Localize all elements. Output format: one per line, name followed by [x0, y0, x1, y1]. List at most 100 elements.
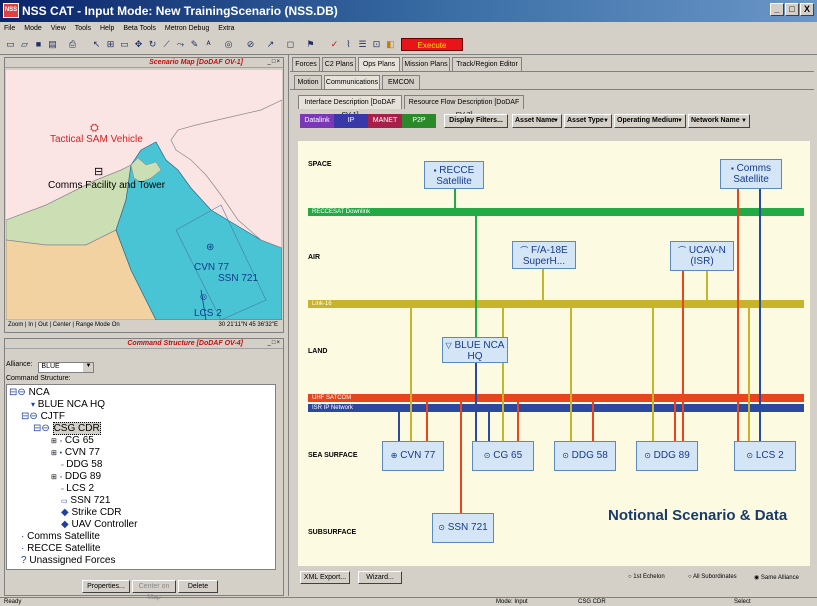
range-mode-button[interactable]: Range Mode On	[76, 322, 120, 328]
maximize-button[interactable]: □	[785, 3, 799, 16]
scenario-map[interactable]: ⛭ Tactical SAM Vehicle ⊟ Comms Facility …	[6, 70, 282, 320]
text-icon[interactable]: ᴬ	[202, 38, 215, 51]
zoom-icon[interactable]: ⊡	[370, 38, 383, 51]
alliance-select[interactable]: BLUE ▼	[38, 362, 95, 373]
command-tree[interactable]: ⊟⊖ NCA ▾ BLUE NCA HQ ⊟⊖ CJTF ⊟⊖ CSG CDR …	[6, 384, 276, 570]
tree-item-blue-nca-hq[interactable]: ▾ BLUE NCA HQ	[31, 399, 105, 411]
zoom-button[interactable]: Zoom	[8, 322, 23, 328]
route-icon[interactable]: ⤳	[174, 38, 187, 51]
zoom-in-button[interactable]: In	[28, 322, 33, 328]
node-comms-satellite[interactable]: ▪ Comms Satellite	[720, 159, 782, 189]
stop-icon[interactable]: ◧	[384, 38, 397, 51]
execute-button[interactable]: Execute	[401, 38, 463, 51]
node-ucav[interactable]: ⌒ UCAV-N (ISR)	[670, 241, 734, 271]
tree-item-comms-satellite[interactable]: · Comms Satellite	[21, 531, 100, 543]
draw-icon[interactable]: ✎	[188, 38, 201, 51]
grid-icon[interactable]: ⊞	[104, 38, 117, 51]
menu-mode[interactable]: Mode	[24, 25, 42, 32]
tab-emcon[interactable]: EMCON	[382, 75, 420, 89]
flag-icon[interactable]: ⚑	[304, 38, 317, 51]
pointer-icon[interactable]: ↖	[90, 38, 103, 51]
tower-icon[interactable]: ⊟	[94, 165, 103, 178]
node-lcs-2[interactable]: ⊙ LCS 2	[734, 441, 796, 471]
node-ssn-721[interactable]: ⊙ SSN 721	[432, 513, 494, 543]
properties-button[interactable]: Properties...	[82, 580, 130, 593]
rotate-icon[interactable]: ↻	[146, 38, 159, 51]
operating-medium-dropdown[interactable]: Operating Medium ▼	[614, 114, 686, 128]
expand-icon[interactable]: ⊞	[51, 474, 57, 481]
wizard-button[interactable]: Wizard...	[358, 571, 402, 584]
node-blue-nca-hq[interactable]: ▽ BLUE NCA HQ	[442, 337, 508, 363]
move-icon[interactable]: ✥	[132, 38, 145, 51]
save-icon[interactable]: ■	[32, 38, 45, 51]
node-cvn-77[interactable]: ⊕ CVN 77	[382, 441, 444, 471]
line-color-icon[interactable]: ↗	[264, 38, 277, 51]
carrier-icon[interactable]: ⊛	[206, 242, 214, 253]
network-name-dropdown[interactable]: Network Name ▼	[688, 114, 750, 128]
center-button[interactable]: Center	[53, 322, 71, 328]
menu-help[interactable]: Help	[100, 25, 114, 32]
menu-file[interactable]: File	[4, 25, 15, 32]
menu-extra[interactable]: Extra	[218, 25, 234, 32]
asset-name-dropdown[interactable]: Asset Name ▼	[512, 114, 562, 128]
tab-forces[interactable]: Forces	[292, 57, 320, 71]
tab-motion[interactable]: Motion	[294, 75, 322, 89]
close-button[interactable]: X	[800, 3, 814, 16]
check-icon[interactable]: ✓	[328, 38, 341, 51]
chevron-down-icon[interactable]: ▼	[83, 363, 94, 372]
xml-export-button[interactable]: XML Export...	[300, 571, 350, 584]
open-folder-icon[interactable]: ▱	[18, 38, 31, 51]
radio-same-alliance[interactable]: ◉ Same Alliance	[754, 574, 799, 581]
filter-icon[interactable]: ⌇	[342, 38, 355, 51]
tree-item-nca[interactable]: ⊟⊖ NCA	[9, 387, 50, 399]
tree-item-uav-controller[interactable]: ◆ UAV Controller	[61, 519, 137, 531]
asset-type-dropdown[interactable]: Asset Type ▼	[564, 114, 612, 128]
menu-view[interactable]: View	[51, 25, 66, 32]
minimize-button[interactable]: _	[770, 3, 784, 16]
tree-item-unassigned-forces[interactable]: ? Unassigned Forces	[21, 555, 116, 567]
node-ddg-89[interactable]: ⊙ DDG 89	[636, 441, 698, 471]
no-entry-icon[interactable]: ⊘	[244, 38, 257, 51]
panel-window-controls-2[interactable]: _□×	[268, 340, 281, 346]
filter-chip-p2p[interactable]: P2P	[402, 114, 436, 128]
tab-communications[interactable]: Communications	[324, 75, 380, 89]
radio-1st-echelon[interactable]: ○ 1st Echelon	[628, 574, 665, 580]
tree-item-strike-cdr[interactable]: ◆ Strike CDR	[61, 507, 122, 519]
tab-c2-plans[interactable]: C2 Plans	[322, 57, 356, 71]
node-cg-65[interactable]: ⊙ CG 65	[472, 441, 534, 471]
list-icon[interactable]: ☰	[356, 38, 369, 51]
rectangle-icon[interactable]: ▭	[118, 38, 131, 51]
tree-item-csg-cdr[interactable]: ⊟⊖ CSG CDR	[33, 422, 101, 435]
expand-icon[interactable]: ⊞	[51, 450, 57, 457]
node-recce-satellite[interactable]: ▪ RECCE Satellite	[424, 161, 484, 189]
filter-chip-manet[interactable]: MANET	[368, 114, 402, 128]
center-on-map-button[interactable]: Center on Map	[132, 580, 176, 601]
lcs-icon[interactable]: ◎	[200, 292, 207, 301]
panel-window-controls[interactable]: _□×	[268, 59, 281, 65]
menu-metron-debug[interactable]: Metron Debug	[165, 25, 209, 32]
interface-diagram[interactable]: SPACE AIR LAND SEA SURFACE SUBSURFACE RE…	[298, 141, 810, 566]
tab-resource-flow-description[interactable]: Resource Flow Description [DoDAF SV-2]	[404, 95, 524, 119]
radio-all-subordinates[interactable]: ○ All Subordinates	[688, 574, 737, 580]
delete-button[interactable]: Delete	[178, 580, 218, 593]
circle-icon[interactable]: ◎	[222, 38, 235, 51]
measure-icon[interactable]: ⟋	[160, 38, 173, 51]
node-ddg-58[interactable]: ⊙ DDG 58	[554, 441, 616, 471]
tab-mission-plans[interactable]: Mission Plans	[402, 57, 450, 71]
menu-beta-tools[interactable]: Beta Tools	[123, 25, 156, 32]
zoom-out-button[interactable]: Out	[38, 322, 48, 328]
filter-chip-datalink[interactable]: Datalink	[300, 114, 334, 128]
node-fa18e[interactable]: ⌒ F/A-18E SuperH...	[512, 241, 576, 269]
print-icon[interactable]: ⎙	[66, 38, 79, 51]
shape-icon[interactable]: ◻	[284, 38, 297, 51]
filter-chip-ip[interactable]: IP	[334, 114, 368, 128]
tab-track-region-editor[interactable]: Track/Region Editor	[452, 57, 522, 71]
copy-icon[interactable]: ▤	[46, 38, 59, 51]
expand-icon[interactable]: ⊞	[51, 438, 57, 445]
display-filters-button[interactable]: Display Filters...	[444, 114, 508, 128]
tree-item-recce-satellite[interactable]: · RECCE Satellite	[21, 543, 100, 555]
tab-ops-plans[interactable]: Ops Plans	[358, 57, 400, 71]
menu-tools[interactable]: Tools	[75, 25, 91, 32]
tab-interface-description[interactable]: Interface Description [DoDAF SV-1]	[298, 95, 402, 119]
new-file-icon[interactable]: ▭	[4, 38, 17, 51]
